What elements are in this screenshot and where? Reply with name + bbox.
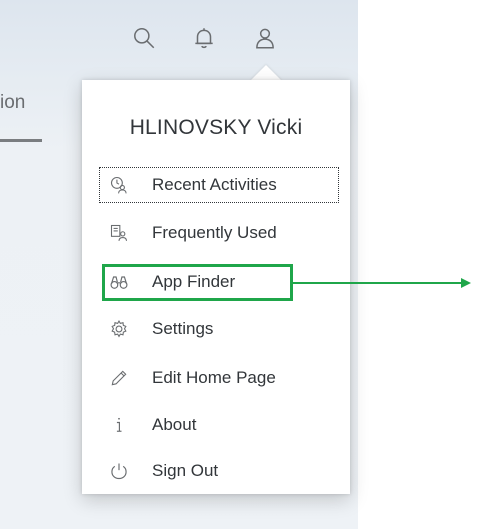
user-icon[interactable] [249, 22, 281, 54]
menu-item-label: Sign Out [152, 461, 219, 480]
menu-item-recent-activities[interactable]: Recent Activities [99, 167, 339, 203]
menu-item-label: Frequently Used [152, 223, 277, 242]
info-icon [106, 412, 132, 438]
tab-selected-indicator [0, 139, 42, 142]
app-finder-highlight-box [102, 264, 293, 301]
menu-item-label: About [152, 415, 197, 434]
popover-arrow [250, 65, 282, 81]
menu-item-sign-out[interactable]: Sign Out [100, 454, 338, 488]
user-name: HLINOVSKY Vicki [129, 116, 303, 139]
bell-icon[interactable] [188, 22, 220, 54]
tab-label-fragment[interactable]: ion [0, 92, 25, 114]
pencil-icon [106, 365, 132, 391]
menu-item-about[interactable]: About [100, 408, 338, 442]
menu-item-settings[interactable]: Settings [100, 312, 338, 346]
menu-item-label: Settings [152, 319, 214, 338]
annotation-arrowhead [461, 278, 471, 288]
search-icon[interactable] [128, 22, 160, 54]
menu-item-label: Recent Activities [152, 175, 277, 194]
menu-item-label: Edit Home Page [152, 368, 276, 387]
gear-icon [106, 316, 132, 342]
menu-item-edit-home-page[interactable]: Edit Home Page [100, 361, 338, 395]
recent-activities-icon [106, 172, 132, 198]
menu-item-frequently-used[interactable]: Frequently Used [100, 216, 338, 250]
power-icon [106, 458, 132, 484]
annotation-arrow-line [293, 282, 461, 284]
frequently-used-icon [106, 220, 132, 246]
